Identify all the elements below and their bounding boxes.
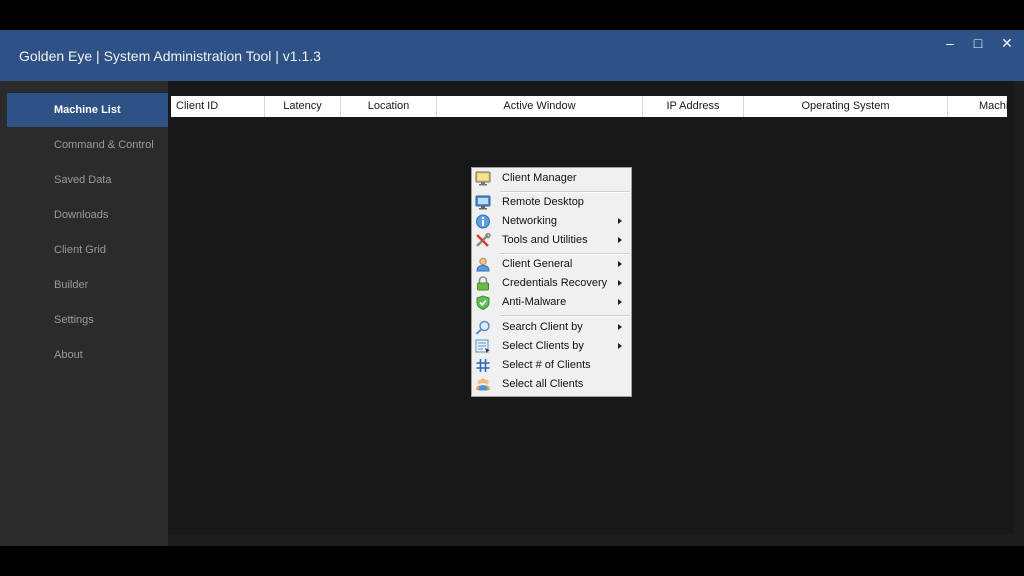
sidebar-item-about[interactable]: About	[7, 338, 168, 372]
users-group-icon	[476, 378, 490, 391]
sidebar-item-saved-data[interactable]: Saved Data	[7, 163, 168, 197]
shield-icon	[476, 295, 490, 310]
sidebar-item-client-grid[interactable]: Client Grid	[7, 233, 168, 267]
menu-item-select-clients-by[interactable]: Select Clients by	[472, 337, 631, 356]
sidebar-item-command-control[interactable]: Command & Control	[7, 128, 168, 162]
submenu-arrow-icon	[618, 237, 622, 243]
submenu-arrow-icon	[618, 324, 622, 330]
select-list-icon	[475, 339, 490, 354]
sidebar-item-builder[interactable]: Builder	[7, 268, 168, 302]
menu-item-remote-desktop[interactable]: Remote Desktop	[472, 193, 631, 212]
user-icon	[476, 257, 490, 272]
menu-separator	[500, 315, 630, 317]
column-operating-system[interactable]: Operating System	[744, 96, 948, 117]
tools-icon	[476, 233, 491, 247]
menu-item-credentials-recovery[interactable]: Credentials Recovery	[472, 274, 631, 293]
sidebar-item-settings[interactable]: Settings	[7, 303, 168, 337]
close-button[interactable]: ✕	[995, 34, 1019, 52]
column-ip-address[interactable]: IP Address	[643, 96, 744, 117]
search-icon	[475, 320, 490, 335]
submenu-arrow-icon	[618, 299, 622, 305]
menu-item-tools-utilities[interactable]: Tools and Utilities	[472, 231, 631, 250]
network-info-icon	[476, 214, 490, 229]
sidebar: Machine List Command & Control Saved Dat…	[0, 81, 168, 546]
menu-item-select-number-of-clients[interactable]: Select # of Clients	[472, 356, 631, 375]
context-menu: Client Manager Remote Desktop Networking…	[471, 167, 632, 397]
sidebar-item-machine-list[interactable]: Machine List	[7, 93, 168, 127]
hash-icon	[476, 359, 490, 372]
submenu-arrow-icon	[618, 261, 622, 267]
sidebar-item-downloads[interactable]: Downloads	[7, 198, 168, 232]
lock-icon	[477, 276, 489, 291]
column-location[interactable]: Location	[341, 96, 437, 117]
menu-item-search-client-by[interactable]: Search Client by	[472, 318, 631, 337]
menu-item-client-general[interactable]: Client General	[472, 255, 631, 274]
column-active-window[interactable]: Active Window	[437, 96, 643, 117]
submenu-arrow-icon	[618, 218, 622, 224]
menu-item-client-manager[interactable]: Client Manager	[472, 169, 631, 188]
menu-item-anti-malware[interactable]: Anti-Malware	[472, 293, 631, 312]
submenu-arrow-icon	[618, 343, 622, 349]
title-bar[interactable]: Golden Eye | System Administration Tool …	[0, 30, 1024, 81]
menu-item-select-all-clients[interactable]: Select all Clients	[472, 375, 631, 394]
monitor-icon	[475, 171, 491, 186]
column-machine[interactable]: Machi	[948, 96, 1007, 117]
submenu-arrow-icon	[618, 280, 622, 286]
minimize-button[interactable]: –	[938, 34, 962, 52]
remote-desktop-icon	[475, 195, 491, 210]
table-header: Client ID Latency Location Active Window…	[171, 96, 1007, 117]
column-latency[interactable]: Latency	[265, 96, 341, 117]
maximize-button[interactable]: □	[966, 34, 990, 52]
window-title: Golden Eye | System Administration Tool …	[19, 48, 321, 64]
column-client-id[interactable]: Client ID	[171, 96, 265, 117]
menu-item-networking[interactable]: Networking	[472, 212, 631, 231]
